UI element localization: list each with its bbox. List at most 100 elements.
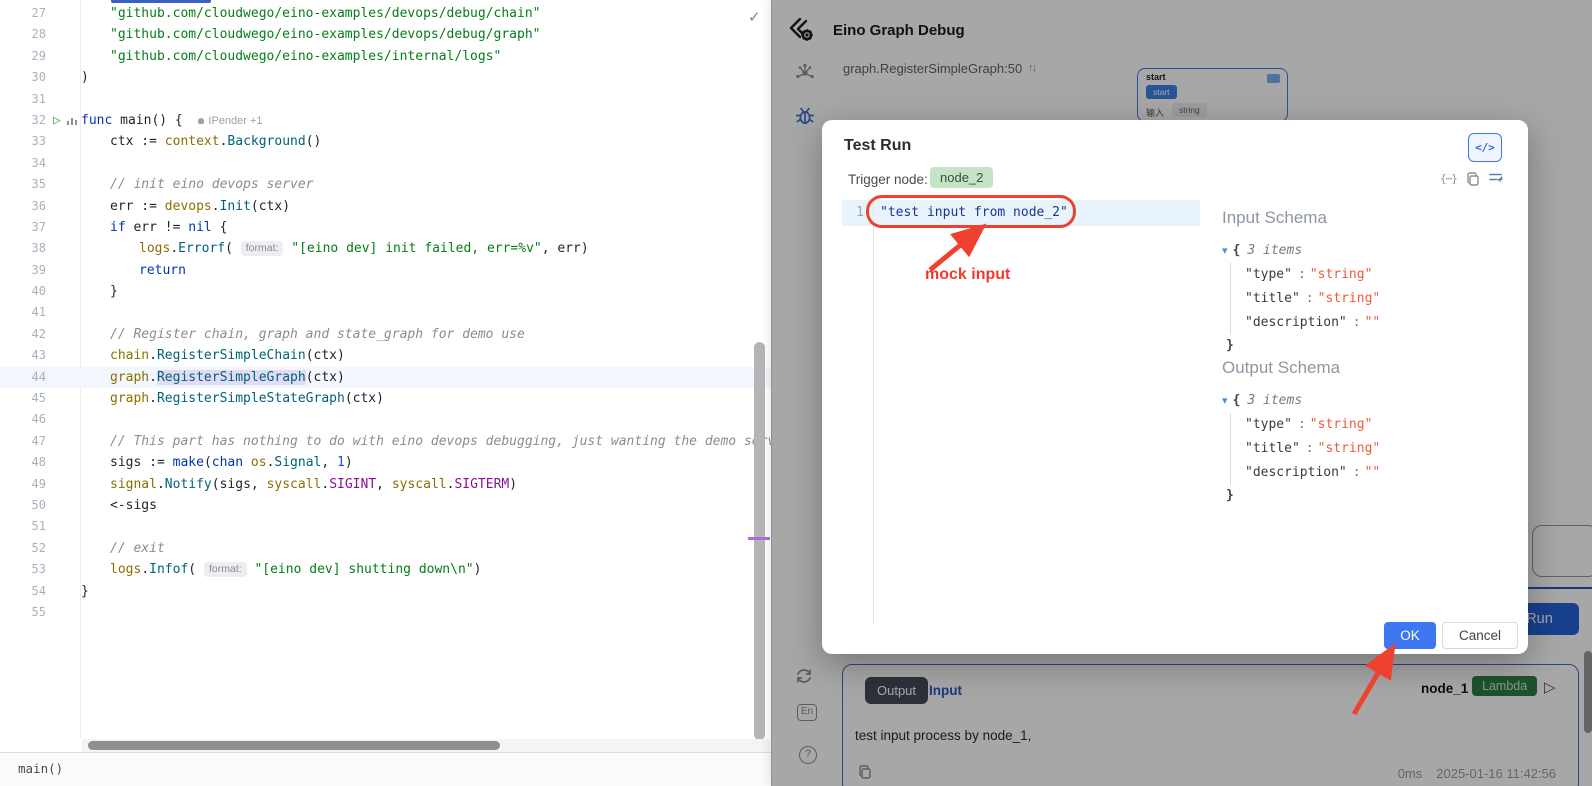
code-line[interactable]: 40} <box>0 281 771 302</box>
line-number: 32 <box>0 110 46 131</box>
line-number: 31 <box>0 89 46 110</box>
schema-row: "description":"" <box>1245 461 1512 485</box>
schema-row: "title":"string" <box>1245 287 1512 311</box>
line-number: 38 <box>0 238 46 259</box>
code-line[interactable]: 30) <box>0 67 771 88</box>
line-number: 27 <box>0 3 46 24</box>
line-number: 36 <box>0 196 46 217</box>
input-schema: Input Schema ▾ {3 items "type":"string" "… <box>1222 208 1512 357</box>
close-brace: } <box>1226 485 1512 507</box>
line-number: 37 <box>0 217 46 238</box>
editor-horizontal-scrollbar-track <box>82 739 770 752</box>
line-number: 48 <box>0 452 46 473</box>
code-line[interactable]: 32▷func main() { IPender +1 <box>0 110 771 131</box>
line-number: 34 <box>0 153 46 174</box>
code-line[interactable]: 47// This part has nothing to do with ei… <box>0 431 771 452</box>
code-line[interactable]: 51 <box>0 516 771 537</box>
schema-row: "type":"string" <box>1245 413 1512 437</box>
code-line[interactable]: 36err := devops.Init(ctx) <box>0 196 771 217</box>
line-number: 50 <box>0 495 46 516</box>
output-schema-title: Output Schema <box>1222 358 1512 378</box>
breadcrumb[interactable]: main() <box>18 761 63 776</box>
line-number: 46 <box>0 409 46 430</box>
line-number: 43 <box>0 345 46 366</box>
code-line[interactable]: 48sigs := make(chan os.Signal, 1) <box>0 452 771 473</box>
code-line[interactable]: 27"github.com/cloudwego/eino-examples/de… <box>0 3 771 24</box>
open-brace: { <box>1233 243 1241 258</box>
code-lines[interactable]: 27"github.com/cloudwego/eino-examples/de… <box>0 3 771 623</box>
code-editor: 27"github.com/cloudwego/eino-examples/de… <box>0 0 771 786</box>
code-line[interactable]: 53logs.Infof( format: "[eino dev] shutti… <box>0 559 771 580</box>
screen: 27"github.com/cloudwego/eino-examples/de… <box>0 0 1592 786</box>
collapse-icon[interactable]: ▾ <box>1222 395 1228 407</box>
code-line[interactable]: 34 <box>0 153 771 174</box>
line-number: 53 <box>0 559 46 580</box>
breadcrumb-bar: main() <box>0 752 771 786</box>
line-number: 44 <box>0 367 46 388</box>
ok-arrow-annotation <box>1340 640 1410 725</box>
line-number: 42 <box>0 324 46 345</box>
code-line[interactable]: 52// exit <box>0 538 771 559</box>
code-line[interactable]: 31 <box>0 89 771 110</box>
code-line[interactable]: 44graph.RegisterSimpleGraph(ctx) <box>0 367 771 388</box>
code-line[interactable]: 28"github.com/cloudwego/eino-examples/de… <box>0 24 771 45</box>
line-number: 55 <box>0 602 46 623</box>
code-line[interactable]: 49signal.Notify(sigs, syscall.SIGINT, sy… <box>0 474 771 495</box>
items-count: 3 items <box>1247 393 1302 408</box>
line-number: 35 <box>0 174 46 195</box>
line-number: 51 <box>0 516 46 537</box>
editor-horizontal-scrollbar[interactable] <box>88 741 500 750</box>
inspections-ok-icon: ✓ <box>748 8 761 26</box>
line-number: 39 <box>0 260 46 281</box>
editor-vertical-scrollbar[interactable] <box>754 342 765 740</box>
scrollbar-caret-marker <box>748 537 770 540</box>
cancel-button[interactable]: Cancel <box>1442 622 1518 649</box>
run-icon[interactable]: ▷ <box>53 110 61 131</box>
items-count: 3 items <box>1247 243 1302 258</box>
line-number: 28 <box>0 24 46 45</box>
code-line[interactable]: 41 <box>0 302 771 323</box>
line-number: 52 <box>0 538 46 559</box>
output-schema: Output Schema ▾{3 items "type":"string" … <box>1222 358 1512 507</box>
code-line[interactable]: 43chain.RegisterSimpleChain(ctx) <box>0 345 771 366</box>
line-number: 30 <box>0 67 46 88</box>
line-number: 33 <box>0 131 46 152</box>
close-brace: } <box>1226 335 1512 357</box>
trigger-node-badge: node_2 <box>930 167 993 188</box>
format-tool-icon[interactable] <box>1488 170 1503 187</box>
code-line[interactable]: 55 <box>0 602 771 623</box>
open-brace: { <box>1233 393 1241 408</box>
code-mode-button[interactable]: </> <box>1468 133 1502 162</box>
code-line[interactable]: 38logs.Errorf( format: "[eino dev] init … <box>0 238 771 259</box>
braces-tool-icon[interactable]: {⋯} <box>1440 172 1457 185</box>
modal-title: Test Run <box>844 137 911 155</box>
mock-input-label-annotation: mock input <box>925 266 1010 284</box>
copy-tool-icon[interactable] <box>1466 172 1480 189</box>
schema-row: "description":"" <box>1245 311 1512 335</box>
line-number: 54 <box>0 581 46 602</box>
line-number: 29 <box>0 46 46 67</box>
editor-gutter-border <box>873 200 874 625</box>
code-line[interactable]: 42// Register chain, graph and state_gra… <box>0 324 771 345</box>
profiler-icon[interactable] <box>67 118 77 125</box>
line-number: 40 <box>0 281 46 302</box>
code-line[interactable]: 50<-sigs <box>0 495 771 516</box>
code-line[interactable]: 45graph.RegisterSimpleStateGraph(ctx) <box>0 388 771 409</box>
code-line[interactable]: 33ctx := context.Background() <box>0 131 771 152</box>
code-line[interactable]: 54} <box>0 581 771 602</box>
code-line[interactable]: 37if err != nil { <box>0 217 771 238</box>
line-number: 45 <box>0 388 46 409</box>
code-line[interactable]: 35// init eino devops server <box>0 174 771 195</box>
code-line[interactable]: 39return <box>0 260 771 281</box>
code-line[interactable]: 29"github.com/cloudwego/eino-examples/in… <box>0 46 771 67</box>
trigger-node-label: Trigger node: <box>848 172 928 187</box>
schema-row: "type":"string" <box>1245 263 1512 287</box>
code-line[interactable]: 46 <box>0 409 771 430</box>
line-number: 41 <box>0 302 46 323</box>
collapse-icon[interactable]: ▾ <box>1222 245 1228 257</box>
input-schema-title: Input Schema <box>1222 208 1512 228</box>
editor-line-number: 1 <box>850 205 864 220</box>
schema-row: "title":"string" <box>1245 437 1512 461</box>
line-number: 47 <box>0 431 46 452</box>
line-number: 49 <box>0 474 46 495</box>
